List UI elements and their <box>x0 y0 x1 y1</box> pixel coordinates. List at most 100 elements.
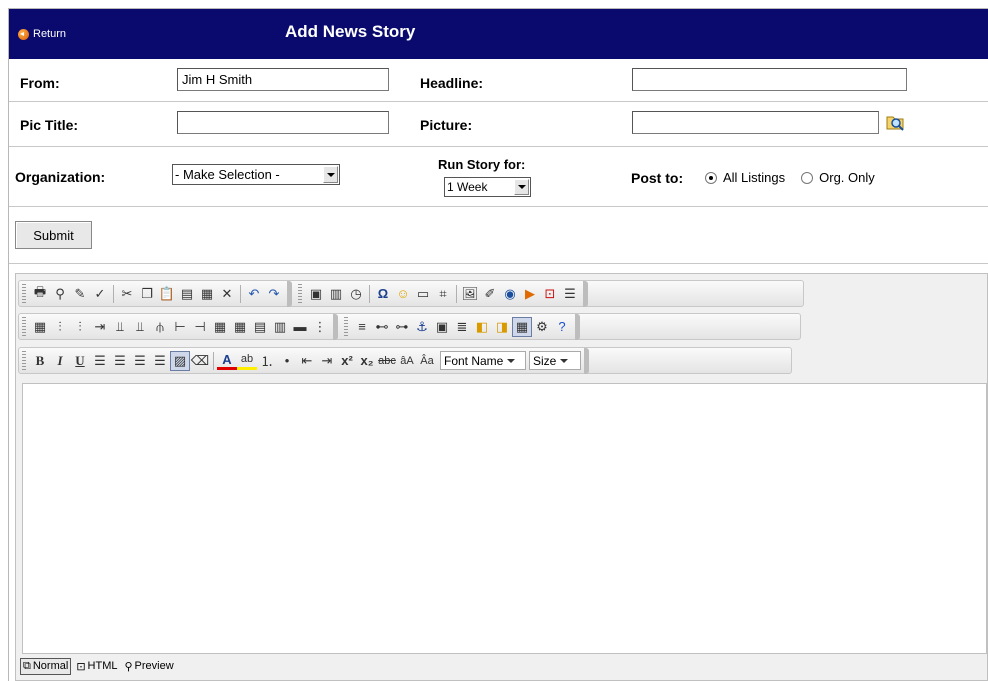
font-size-increase-icon[interactable]: âA <box>397 351 417 371</box>
radio-all-listings[interactable] <box>705 171 717 184</box>
anchor-icon[interactable]: ⚓ <box>412 317 432 337</box>
align-left-icon[interactable]: ☰ <box>90 351 110 371</box>
redo-icon[interactable]: ↷ <box>264 284 284 304</box>
insert-time-icon[interactable]: ◷ <box>346 284 366 304</box>
run-story-select[interactable]: 1 Week <box>444 177 531 197</box>
merge-right-icon[interactable]: ▬ <box>290 317 310 337</box>
toggle-borders-icon[interactable]: ▦ <box>512 316 532 337</box>
special-char-icon[interactable]: Ω <box>373 284 393 304</box>
outdent-icon[interactable]: ⇤ <box>297 351 317 371</box>
merge-cell-icon[interactable]: ⊣ <box>190 317 210 337</box>
organization-select[interactable]: - Make Selection - <box>172 164 340 185</box>
headline-label: Headline: <box>420 75 484 91</box>
toolbar-grip[interactable] <box>22 351 26 370</box>
chevron-down-icon <box>323 166 338 183</box>
paste-icon[interactable]: 📋 <box>157 284 177 304</box>
paste-text-icon[interactable]: ▤ <box>177 284 197 304</box>
size-label: Size <box>533 353 557 368</box>
copy-icon[interactable]: ❐ <box>137 284 157 304</box>
align-right-icon[interactable]: ☰ <box>130 351 150 371</box>
cut-icon[interactable]: ✂ <box>117 284 137 304</box>
send-backward-icon[interactable]: ◨ <box>492 317 512 337</box>
insert-table-icon[interactable]: ▦ <box>30 317 50 337</box>
pdf-icon[interactable]: ⊡ <box>540 284 560 304</box>
table-style-icon[interactable]: ▥ <box>270 317 290 337</box>
split-cell-icon[interactable]: ⊢ <box>170 317 190 337</box>
toolbar-grip[interactable] <box>22 317 26 336</box>
headline-field[interactable] <box>632 68 907 91</box>
flash-icon[interactable]: ◉ <box>500 284 520 304</box>
merge-down-icon[interactable]: ⋮ <box>310 317 330 337</box>
italic-icon[interactable]: I <box>50 351 70 371</box>
insert-template-icon[interactable]: ▣ <box>306 284 326 304</box>
return-link[interactable]: Return <box>18 28 66 40</box>
highlight-icon[interactable]: ab <box>237 352 257 370</box>
editor-toolbar-2: ▦ ⫶ ⫶ ⇥ ⫫ ⫫ ⫛ ⊢ ⊣ ▦ ▦ ▤ ▥ ▬ ⋮ ≡ ⊷ ⊶ ⚓ ▣ … <box>18 313 801 340</box>
font-size-decrease-icon[interactable]: Âa <box>417 351 437 371</box>
insert-column-right-icon[interactable]: ⫶ <box>70 317 90 337</box>
toolbar-grip[interactable] <box>298 284 302 303</box>
insert-image-icon[interactable]: 🖼 <box>460 284 480 304</box>
font-name-dropdown[interactable]: Font Name <box>440 351 526 370</box>
emoticon-icon[interactable]: ☺ <box>393 284 413 304</box>
paste-word-icon[interactable]: ▦ <box>197 284 217 304</box>
find-icon[interactable]: ⚲ <box>50 284 70 304</box>
delete-row-icon[interactable]: ⫛ <box>150 317 170 337</box>
mode-html-button[interactable]: ⊡ HTML <box>74 659 119 674</box>
print-icon[interactable]: 🖶 <box>30 284 50 304</box>
radio-org-only[interactable] <box>801 171 814 184</box>
mode-preview-button[interactable]: ⚲ Preview <box>122 659 175 674</box>
insert-row-above-icon[interactable]: ⫫ <box>110 317 130 337</box>
delete-icon[interactable]: ✕ <box>217 284 237 304</box>
horizontal-rule-icon[interactable]: ≡ <box>352 317 372 337</box>
insert-form-icon[interactable]: ▥ <box>326 284 346 304</box>
superscript-icon[interactable]: x² <box>337 351 357 371</box>
ordered-list-icon[interactable]: ⒈ <box>257 351 277 371</box>
insert-column-left-icon[interactable]: ⫶ <box>50 317 70 337</box>
underline-icon[interactable]: U <box>70 351 90 371</box>
insert-document-icon[interactable]: ☰ <box>560 284 580 304</box>
strikethrough-icon[interactable]: abc <box>377 351 397 371</box>
eraser-icon[interactable]: ⌫ <box>190 351 210 371</box>
toolbar-end <box>583 280 588 307</box>
cell-properties-icon[interactable]: ▦ <box>230 317 250 337</box>
properties-icon[interactable]: ⚙ <box>532 317 552 337</box>
submit-button[interactable]: Submit <box>15 221 92 249</box>
page-properties-icon[interactable]: ▣ <box>432 317 452 337</box>
mode-normal-button[interactable]: ⧉ Normal <box>20 657 72 675</box>
pic-title-field[interactable] <box>177 111 389 134</box>
folder-search-icon[interactable] <box>886 114 906 131</box>
undo-icon[interactable]: ↶ <box>244 284 264 304</box>
picture-field[interactable] <box>632 111 879 134</box>
chevron-down-icon <box>560 358 569 363</box>
help-icon[interactable]: ? <box>552 317 572 337</box>
unlink-icon[interactable]: ⊶ <box>392 317 412 337</box>
subscript-icon[interactable]: x₂ <box>357 351 377 371</box>
from-field[interactable] <box>177 68 389 91</box>
font-color-icon[interactable]: A <box>217 352 237 370</box>
size-dropdown[interactable]: Size <box>529 351 581 370</box>
remove-format-icon[interactable]: ▨ <box>170 350 190 371</box>
table-border-icon[interactable]: ▤ <box>250 317 270 337</box>
editor-content-area[interactable] <box>22 383 987 654</box>
unordered-list-icon[interactable]: • <box>277 351 297 371</box>
table-properties-icon[interactable]: ▦ <box>210 317 230 337</box>
insert-row-below-icon[interactable]: ⫫ <box>130 317 150 337</box>
insert-box-icon[interactable]: ▭ <box>413 284 433 304</box>
bold-icon[interactable]: B <box>30 351 50 371</box>
toolbar-grip[interactable] <box>22 284 26 303</box>
delete-column-icon[interactable]: ⇥ <box>90 317 110 337</box>
indent-icon[interactable]: ⇥ <box>317 351 337 371</box>
paragraph-icon[interactable]: ≣ <box>452 317 472 337</box>
bring-forward-icon[interactable]: ◧ <box>472 317 492 337</box>
toolbar-grip[interactable] <box>344 317 348 336</box>
clean-icon[interactable]: ✎ <box>70 284 90 304</box>
media-icon[interactable]: ▶ <box>520 284 540 304</box>
justify-icon[interactable]: ☰ <box>150 351 170 371</box>
image-editor-icon[interactable]: ✐ <box>480 284 500 304</box>
spellcheck-icon[interactable]: ✓ <box>90 284 110 304</box>
insert-link-icon[interactable]: ⊷ <box>372 317 392 337</box>
align-center-icon[interactable]: ☰ <box>110 351 130 371</box>
header-bar <box>9 9 988 59</box>
insert-snippet-icon[interactable]: ⌗ <box>433 284 453 304</box>
